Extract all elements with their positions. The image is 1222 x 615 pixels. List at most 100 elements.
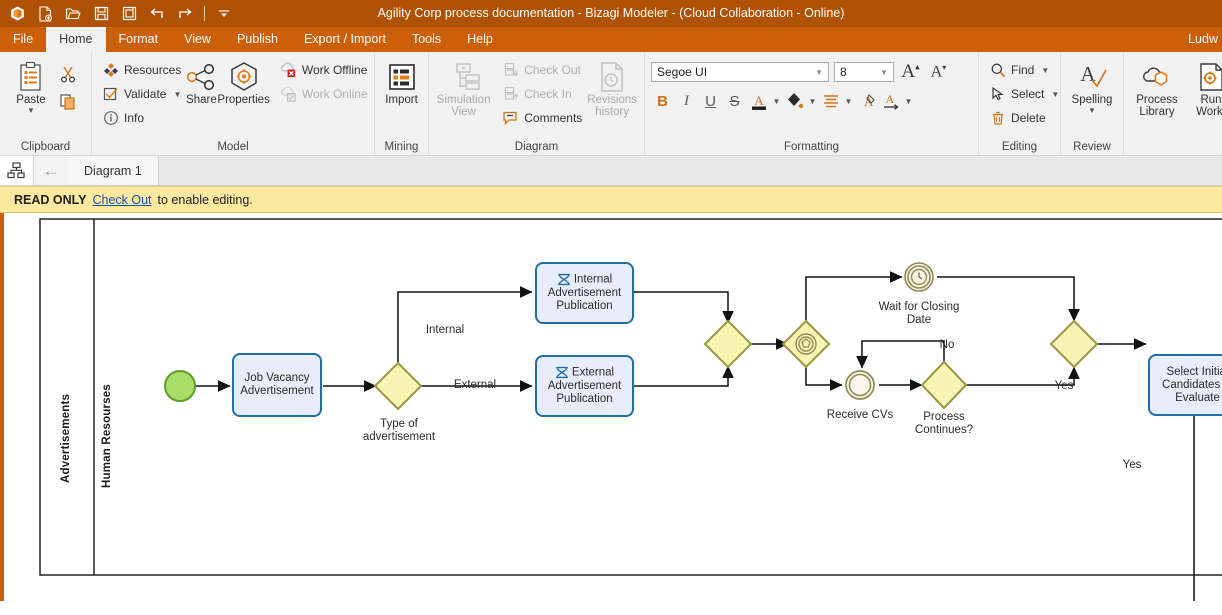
customize-qat-icon[interactable] (211, 2, 237, 26)
tab-view[interactable]: View (171, 27, 224, 52)
share-button[interactable]: Share (185, 56, 217, 106)
select-dropdown-caret-icon[interactable]: ▼ (1051, 90, 1059, 99)
tab-tools[interactable]: Tools (399, 27, 454, 52)
shrink-font-button[interactable]: A▾ (927, 60, 950, 84)
text-direction-dropdown-caret-icon[interactable]: ▼ (903, 97, 914, 106)
check-out-link[interactable]: Check Out (92, 193, 151, 207)
gateway-event-based[interactable] (781, 319, 831, 369)
select-button[interactable]: Select ▼ (985, 83, 1063, 105)
revisions-history-button[interactable]: Revisions history (586, 56, 638, 118)
chevron-down-icon[interactable]: ▼ (815, 68, 826, 77)
gateway-type-of-advertisement[interactable] (373, 361, 423, 411)
new-icon[interactable] (32, 2, 58, 26)
tab-format[interactable]: Format (106, 27, 172, 52)
run-workflow-button[interactable]: Run Workt (1184, 56, 1222, 118)
validate-button[interactable]: Validate ▼ (98, 83, 185, 105)
validate-dropdown-caret-icon[interactable]: ▼ (173, 90, 181, 99)
undo-icon[interactable] (144, 2, 170, 26)
format-painter-button[interactable]: A (855, 89, 878, 113)
comments-button[interactable]: Comments (498, 107, 586, 129)
delete-button[interactable]: Delete (985, 107, 1063, 129)
work-online-button[interactable]: Work Online (276, 83, 372, 105)
trash-icon (989, 110, 1006, 127)
find-button[interactable]: Find ▼ (985, 59, 1063, 81)
group-title-clipboard: Clipboard (20, 141, 71, 153)
tab-help[interactable]: Help (454, 27, 506, 52)
open-icon[interactable] (60, 2, 86, 26)
fill-color-button[interactable] (783, 89, 806, 113)
diagram-tree-icon[interactable] (0, 156, 34, 185)
align-dropdown-caret-icon[interactable]: ▼ (843, 97, 854, 106)
ribbon-tab-strip[interactable]: File Home Format View Publish Export / I… (0, 27, 1222, 52)
paste-label: Paste (16, 94, 46, 106)
diagram-small-buttons: Check Out Check In Comments (492, 56, 586, 129)
font-family-select[interactable]: Segoe UI ▼ (651, 62, 829, 82)
resources-button[interactable]: Resources (98, 59, 185, 81)
tab-diagram-1[interactable]: Diagram 1 (68, 156, 159, 185)
start-event[interactable] (164, 370, 196, 402)
redo-icon[interactable] (172, 2, 198, 26)
group-title-mining: Mining (384, 141, 419, 153)
font-color-dropdown-caret-icon[interactable]: ▼ (771, 97, 782, 106)
process-library-button[interactable]: Process Library (1130, 56, 1184, 118)
font-color-button[interactable]: A (747, 89, 770, 113)
flow-label-yes-2: Yes (1122, 459, 1142, 471)
spelling-dropdown-caret-icon[interactable]: ▼ (1088, 107, 1096, 115)
info-button[interactable]: Info (98, 107, 185, 129)
save-as-icon[interactable] (116, 2, 142, 26)
font-size-select[interactable]: 8 ▼ (834, 62, 894, 82)
back-arrow-icon[interactable]: ← (34, 156, 68, 185)
tab-export-import[interactable]: Export / Import (291, 27, 399, 52)
check-in-icon (502, 86, 519, 103)
group-title-cloud (1130, 140, 1222, 155)
bold-button[interactable]: B (651, 89, 674, 113)
paste-icon (16, 60, 46, 94)
diagram-canvas[interactable]: Advertisements Human Resourses Job Vacan… (0, 213, 1222, 601)
timer-event-wait-for-closing-date[interactable] (904, 262, 934, 292)
share-icon (185, 60, 217, 94)
quick-access-toolbar[interactable] (4, 2, 237, 26)
revisions-history-icon (598, 60, 626, 94)
find-dropdown-caret-icon[interactable]: ▼ (1041, 66, 1049, 75)
underline-button[interactable]: U (699, 89, 722, 113)
toolbar-divider (204, 6, 205, 21)
paste-dropdown-caret-icon[interactable]: ▼ (27, 107, 35, 115)
import-button[interactable]: Import (381, 56, 422, 106)
ribbon-group-review: A Spelling ▼ Review (1061, 52, 1124, 155)
task-job-vacancy-advertisement[interactable]: Job Vacancy Advertisement (232, 353, 322, 417)
check-in-button[interactable]: Check In (498, 83, 586, 105)
chevron-down-icon[interactable]: ▼ (880, 68, 891, 77)
work-online-label: Work Online (301, 87, 368, 101)
copy-button[interactable] (56, 90, 80, 114)
tab-publish[interactable]: Publish (224, 27, 291, 52)
paste-button[interactable]: Paste ▼ (6, 56, 56, 115)
flow-label-no: No (939, 339, 955, 351)
check-out-button[interactable]: Check Out (498, 59, 586, 81)
user-account-label[interactable]: Ludw (1188, 27, 1218, 52)
strikethrough-button[interactable]: S (723, 89, 746, 113)
task-select-initial-candidates[interactable]: Select Initial Candidates to Evaluate (1148, 354, 1222, 416)
fill-color-dropdown-caret-icon[interactable]: ▼ (807, 97, 818, 106)
intermediate-event-receive-cvs[interactable] (845, 370, 875, 400)
italic-button[interactable]: I (675, 89, 698, 113)
gateway-process-continues[interactable] (920, 360, 968, 410)
text-direction-button[interactable]: A (879, 89, 902, 113)
save-icon[interactable] (88, 2, 114, 26)
simulation-view-button[interactable]: Simulation View (435, 56, 492, 118)
task-internal-advertisement-publication[interactable]: Internal Advertisement Publication (535, 262, 634, 324)
app-logo-icon[interactable] (4, 2, 30, 26)
tab-home[interactable]: Home (46, 27, 106, 52)
align-button[interactable] (819, 89, 842, 113)
gateway-merge[interactable] (1049, 319, 1099, 369)
gateway-join[interactable] (703, 319, 753, 369)
spelling-button[interactable]: A Spelling ▼ (1067, 56, 1117, 115)
group-title-editing: Editing (1001, 141, 1038, 153)
properties-button[interactable]: Properties (217, 56, 270, 106)
task-external-advertisement-publication[interactable]: External Advertisement Publication (535, 355, 634, 417)
tab-file[interactable]: File (0, 27, 46, 52)
grow-font-button[interactable]: A▴ (899, 60, 922, 84)
cut-button[interactable] (56, 62, 80, 86)
work-offline-button[interactable]: Work Offline (276, 59, 372, 81)
shrink-font-icon: A▾ (930, 62, 947, 81)
font-family-value: Segoe UI (657, 65, 708, 79)
